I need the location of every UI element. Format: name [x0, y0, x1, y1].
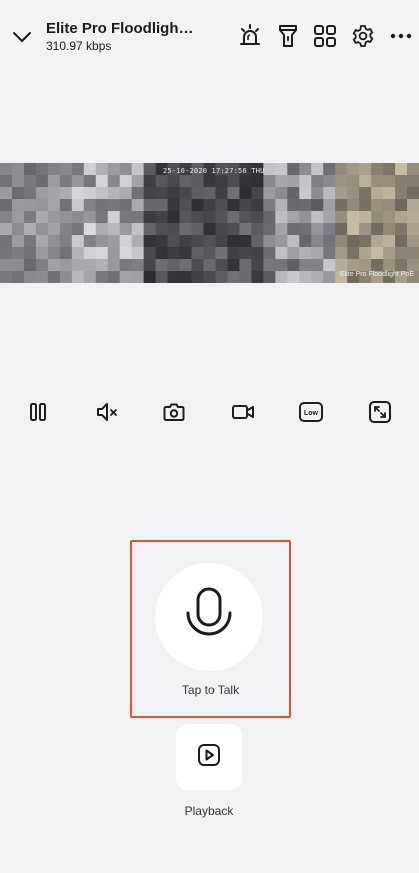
device-title: Elite Pro Floodligh… [46, 20, 194, 37]
tap-to-talk-button[interactable] [155, 563, 263, 671]
playback-icon [197, 743, 221, 772]
more-icon[interactable] [387, 22, 415, 50]
top-bar: Elite Pro Floodligh… 310.97 kbps [0, 0, 419, 72]
playback-button[interactable] [176, 724, 242, 790]
playback-label: Playback [184, 804, 234, 818]
siren-icon[interactable] [236, 22, 264, 50]
microphone-icon [183, 585, 235, 650]
mute-icon[interactable] [93, 398, 121, 426]
video-watermark: Elite Pro Floodlight PoE [340, 271, 414, 278]
flashlight-icon[interactable] [274, 22, 302, 50]
gear-icon[interactable] [349, 22, 377, 50]
video-timestamp: 25-10-2020 17:27:56 THU [163, 167, 265, 175]
device-title-block[interactable]: Elite Pro Floodligh… 310.97 kbps [46, 20, 226, 53]
chevron-down-icon[interactable] [10, 25, 34, 49]
tap-to-talk-label: Tap to Talk [181, 683, 240, 697]
grid-icon[interactable] [311, 22, 339, 50]
live-video-feed[interactable]: 25-10-2020 17:27:56 THU Elite Pro Floodl… [0, 163, 419, 283]
player-controls: Low [0, 395, 419, 427]
quality-low-icon[interactable]: Low [297, 398, 325, 426]
snapshot-icon[interactable] [160, 398, 188, 426]
record-icon[interactable] [229, 398, 257, 426]
pixelated-video-image [0, 163, 419, 283]
fullscreen-icon[interactable] [366, 398, 394, 426]
pause-icon[interactable] [24, 398, 52, 426]
bitrate-label: 310.97 kbps [46, 39, 112, 53]
quality-label: Low [304, 410, 319, 417]
